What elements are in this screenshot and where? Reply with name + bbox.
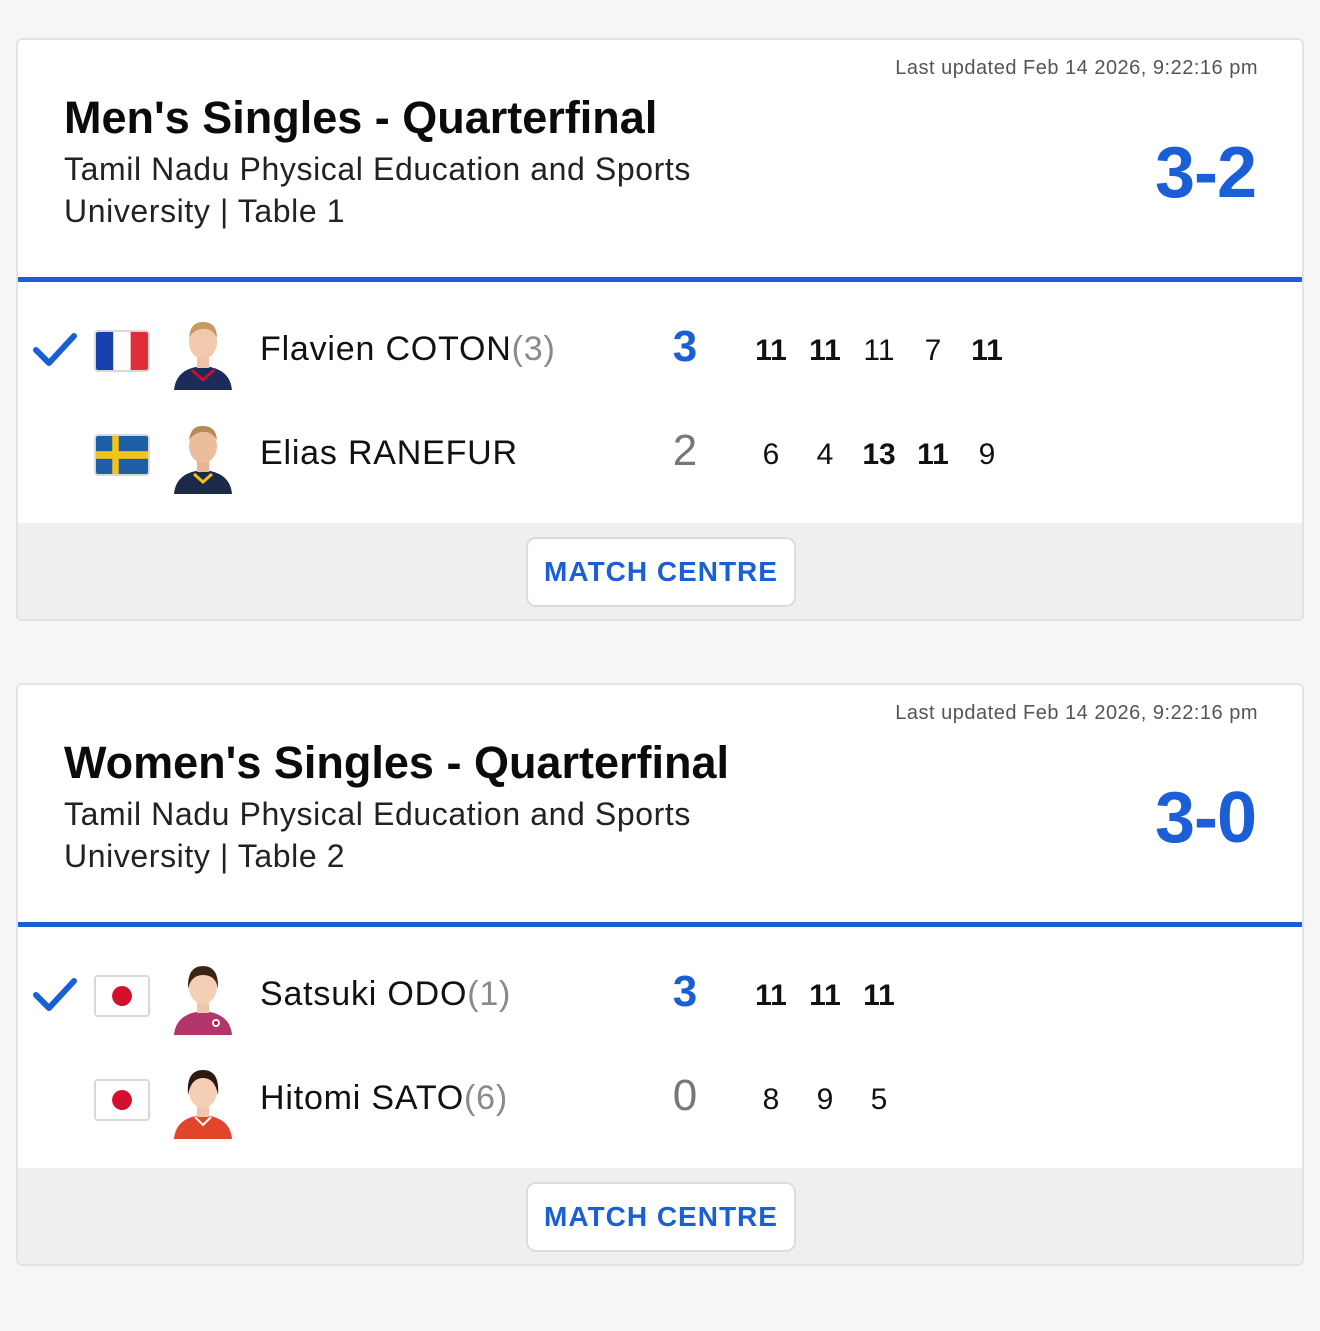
sets-won: 3 — [672, 322, 698, 371]
winner-check-icon — [33, 978, 77, 1011]
game-score: 9 — [978, 438, 996, 471]
player-avatar — [170, 418, 236, 494]
player-name-text[interactable]: Satsuki ODO — [260, 975, 467, 1013]
event-title: Women's Singles - Quarterfinal — [64, 737, 730, 788]
game-score: 11 — [863, 334, 895, 367]
player-name-text[interactable]: Hitomi SATO — [260, 1079, 464, 1117]
player-row: Flavien COTON(3) 3 11 11 11 7 11 — [18, 300, 1302, 400]
last-updated: Last updated Feb 14 2026, 9:22:16 pm — [895, 57, 1258, 79]
match-score: 3-2 — [1154, 133, 1257, 213]
player-name-text[interactable]: Flavien COTON — [260, 330, 512, 368]
game-scores: 8 9 5 — [744, 1083, 906, 1117]
venue-table: Tamil Nadu Physical Education and Sports… — [64, 151, 691, 229]
sweden-flag-icon — [94, 434, 150, 476]
game-score: 11 — [971, 334, 1003, 367]
player-avatar — [170, 1063, 236, 1139]
game-score: 6 — [762, 438, 780, 471]
game-score: 7 — [924, 334, 942, 367]
winner-check-icon — [33, 333, 77, 366]
game-scores: 11 11 11 — [744, 979, 906, 1013]
player-row: Elias RANEFUR 2 6 4 13 11 9 — [18, 404, 1302, 504]
japan-flag-icon — [94, 1079, 150, 1121]
player-avatar — [170, 314, 236, 390]
venue-table: Tamil Nadu Physical Education and Sports… — [64, 796, 691, 874]
game-score: 13 — [862, 438, 896, 471]
match-score: 3-0 — [1154, 778, 1257, 858]
sets-won: 3 — [672, 967, 698, 1016]
france-flag-icon — [94, 330, 150, 372]
player-name[interactable]: Satsuki ODO(1) — [260, 975, 511, 1014]
game-scores: 6 4 13 11 9 — [744, 438, 1014, 472]
game-score: 8 — [762, 1083, 780, 1116]
japan-flag-icon — [94, 975, 150, 1017]
event-title: Men's Singles - Quarterfinal — [64, 92, 658, 143]
match-centre-button[interactable]: MATCH CENTRE — [526, 537, 796, 607]
player-name-text[interactable]: Elias RANEFUR — [260, 434, 518, 472]
game-score: 11 — [755, 979, 787, 1012]
card-footer: MATCH CENTRE — [18, 523, 1302, 619]
player-seed: (3) — [511, 330, 556, 368]
sets-won: 2 — [672, 426, 698, 475]
player-seed: (6) — [464, 1079, 508, 1117]
game-scores: 11 11 11 7 11 — [744, 334, 1014, 368]
card-footer: MATCH CENTRE — [18, 1168, 1302, 1264]
divider — [18, 277, 1302, 282]
divider — [18, 922, 1302, 927]
match-card: Last updated Feb 14 2026, 9:22:16 pm Men… — [16, 38, 1304, 621]
game-score: 4 — [816, 438, 834, 471]
game-score: 11 — [809, 334, 841, 367]
match-centre-button[interactable]: MATCH CENTRE — [526, 1182, 796, 1252]
game-score: 11 — [917, 438, 949, 471]
game-score: 11 — [809, 979, 841, 1012]
game-score: 9 — [816, 1083, 834, 1116]
game-score: 11 — [863, 979, 895, 1012]
game-score: 11 — [755, 334, 787, 367]
match-card: Last updated Feb 14 2026, 9:22:16 pm Wom… — [16, 683, 1304, 1266]
player-name[interactable]: Flavien COTON(3) — [260, 330, 556, 369]
player-row: Satsuki ODO(1) 3 11 11 11 — [18, 945, 1302, 1045]
player-name[interactable]: Hitomi SATO(6) — [260, 1079, 508, 1118]
sets-won: 0 — [672, 1071, 698, 1120]
player-name[interactable]: Elias RANEFUR — [260, 434, 518, 473]
player-row: Hitomi SATO(6) 0 8 9 5 — [18, 1049, 1302, 1149]
last-updated: Last updated Feb 14 2026, 9:22:16 pm — [895, 702, 1258, 724]
game-score: 5 — [870, 1083, 888, 1116]
player-avatar — [170, 959, 236, 1035]
player-seed: (1) — [467, 975, 512, 1013]
